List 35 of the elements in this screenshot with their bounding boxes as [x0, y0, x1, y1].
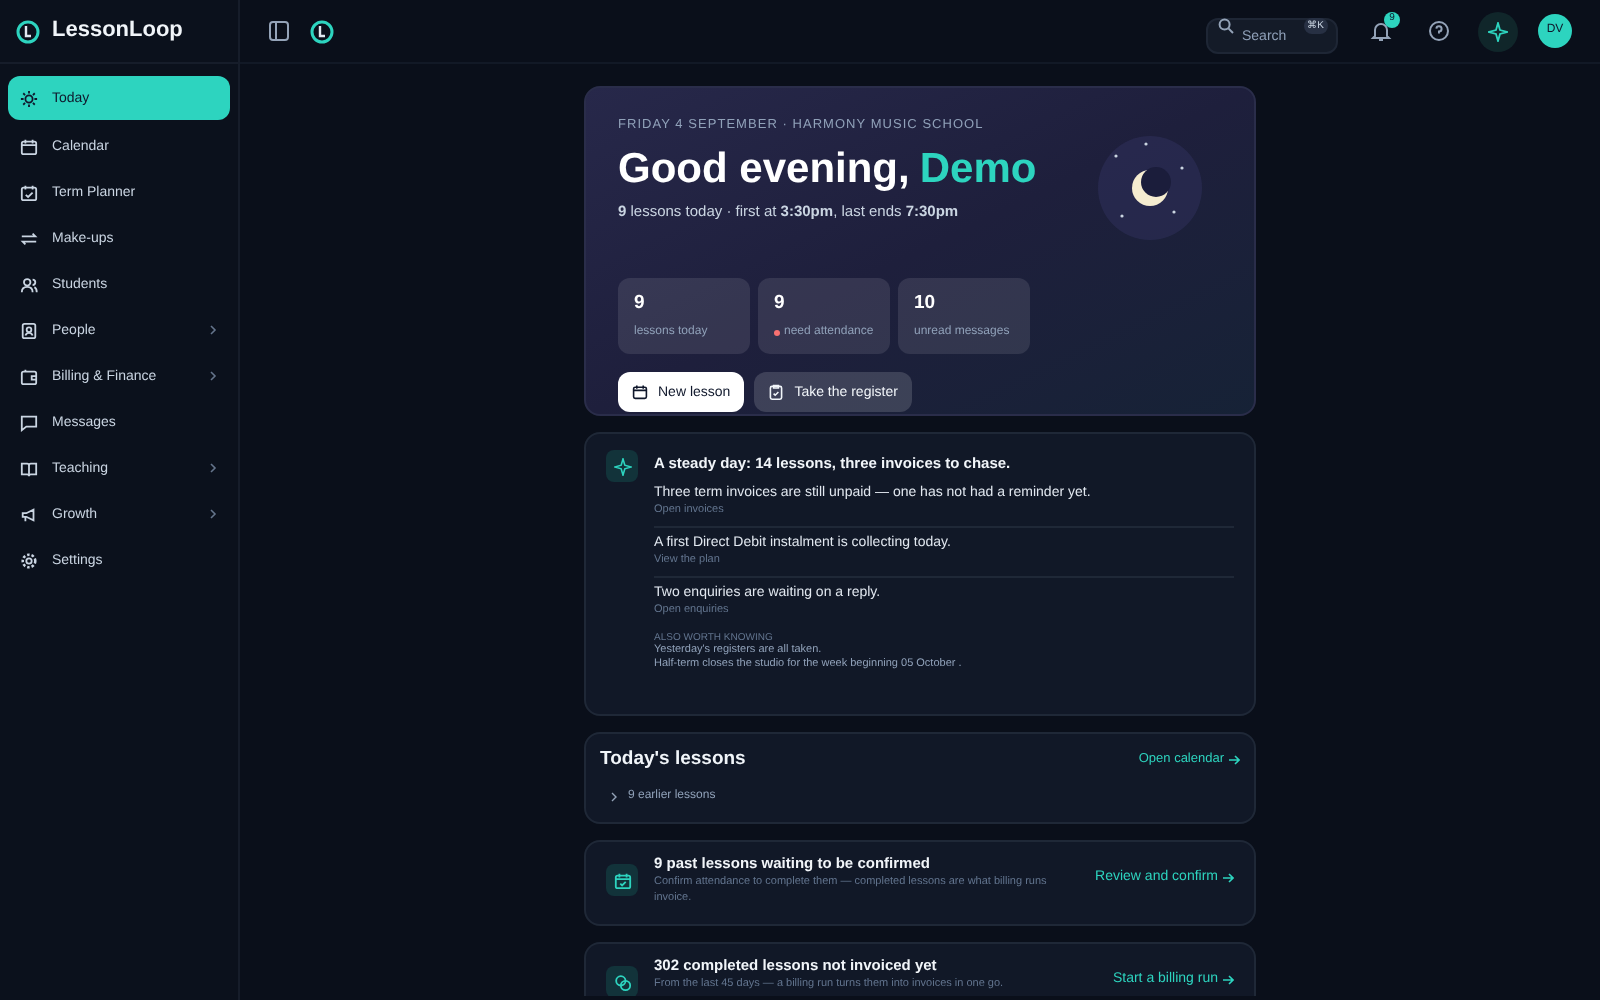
coins-icon — [613, 973, 631, 991]
help-icon[interactable] — [1428, 20, 1450, 42]
search-icon — [1218, 17, 1234, 33]
calendar-icon — [20, 137, 38, 155]
sparkle-icon — [1488, 21, 1508, 41]
stat-value: 9 — [774, 290, 787, 318]
logo-icon[interactable] — [310, 19, 334, 43]
users-icon — [20, 275, 38, 293]
sparkle-icon — [613, 457, 631, 475]
logo-icon — [16, 19, 40, 43]
user-name: Demo — [919, 143, 1037, 196]
stat-value: 9 — [634, 290, 647, 318]
message-icon — [20, 413, 38, 431]
section-title: Today's lessons — [600, 746, 746, 774]
sun-icon — [20, 89, 38, 107]
repeat-icon — [20, 229, 38, 247]
arrow-right-icon — [1222, 974, 1234, 987]
stat-value: 10 — [914, 290, 938, 318]
calendar-plus-icon — [632, 384, 648, 401]
sidebar-toggle-icon[interactable] — [268, 20, 290, 42]
bell-icon[interactable] — [1370, 20, 1392, 42]
arrow-right-icon — [1222, 872, 1234, 885]
brand-name: LessonLoop — [52, 16, 183, 47]
gear-icon — [20, 551, 38, 569]
clipboard-icon — [768, 384, 785, 401]
assistant-button[interactable] — [1478, 11, 1518, 51]
arrow-right-icon — [1228, 754, 1240, 767]
book-icon — [20, 459, 38, 477]
wallet-icon — [20, 367, 38, 385]
calendar-check-icon — [613, 871, 631, 889]
greeting-title: Good evening, — [618, 143, 910, 196]
megaphone-icon — [20, 505, 38, 523]
chevron-right-icon — [610, 792, 618, 803]
calendar-check-icon — [20, 183, 38, 201]
contact-card-icon — [20, 321, 38, 339]
